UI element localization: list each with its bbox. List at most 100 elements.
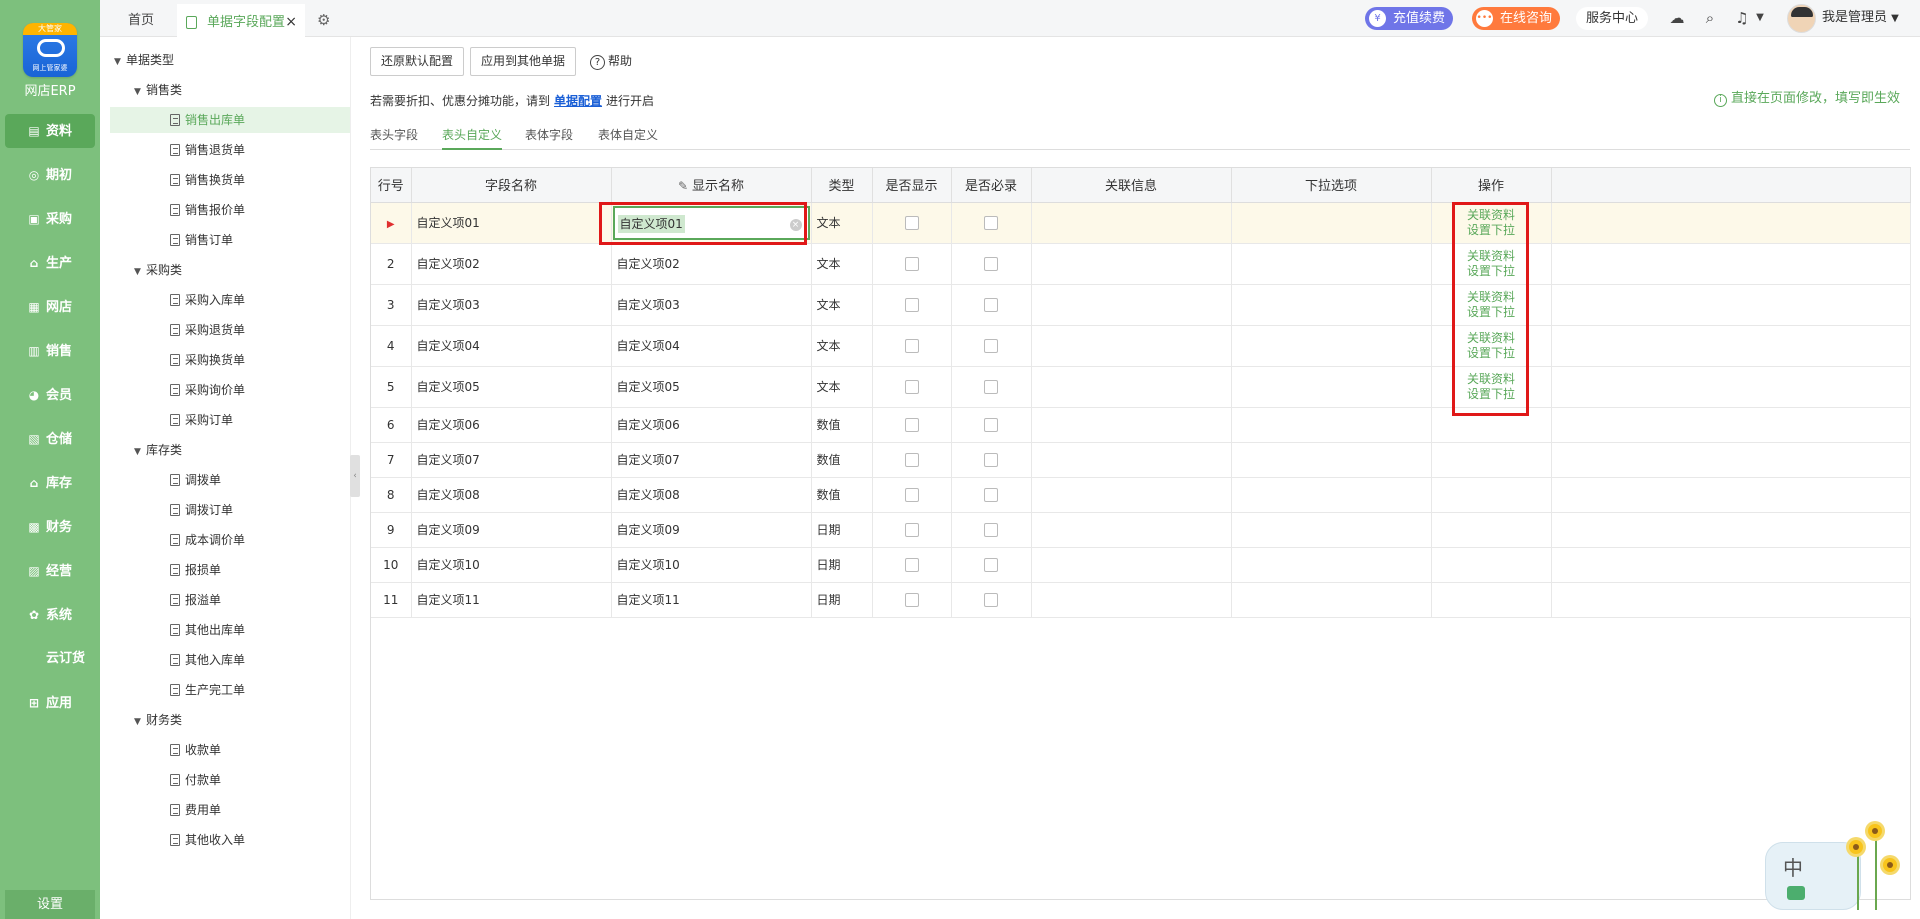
tree-item[interactable]: 报损单: [110, 557, 350, 583]
dropdown-options-cell[interactable]: [1231, 547, 1432, 583]
dropdown-options-cell[interactable]: [1231, 582, 1432, 618]
tree-group[interactable]: ▼ 库存类: [134, 437, 182, 463]
required-checkbox[interactable]: [984, 297, 998, 312]
tree-root[interactable]: ▼ 单据类型: [114, 47, 174, 73]
dropdown-options-cell[interactable]: [1231, 407, 1432, 443]
app-logo[interactable]: 大管家 网上管家婆: [23, 23, 77, 77]
subtab-0[interactable]: 表头字段: [370, 120, 418, 150]
link-data-button[interactable]: 关联资料: [1432, 331, 1551, 346]
ime-widget[interactable]: 中: [1765, 818, 1905, 914]
nav-item-8[interactable]: ⌂ 库存: [5, 466, 95, 500]
link-info-cell[interactable]: [1031, 366, 1232, 408]
table-row[interactable]: 3 自定义项03 自定义项03 文本 关联资料 设置下拉: [371, 284, 1911, 326]
nav-item-11[interactable]: ✿ 系统: [5, 598, 95, 632]
table-row[interactable]: 5 自定义项05 自定义项05 文本 关联资料 设置下拉: [371, 366, 1911, 408]
help-button[interactable]: ? 帮助: [590, 52, 632, 70]
display-name-cell[interactable]: 自定义项08: [611, 477, 812, 513]
dropdown-options-cell[interactable]: [1231, 477, 1432, 513]
link-info-cell[interactable]: [1031, 325, 1232, 367]
link-info-cell[interactable]: [1031, 477, 1232, 513]
nav-item-3[interactable]: ⌂ 生产: [5, 246, 95, 280]
tree-item[interactable]: 采购入库单: [110, 287, 350, 313]
link-info-cell[interactable]: [1031, 407, 1232, 443]
tree-item[interactable]: 采购换货单: [110, 347, 350, 373]
dropdown-options-cell[interactable]: [1231, 325, 1432, 367]
show-checkbox[interactable]: [904, 592, 919, 607]
link-data-button[interactable]: 关联资料: [1432, 249, 1551, 264]
subtab-3[interactable]: 表体自定义: [598, 120, 658, 150]
nav-item-7[interactable]: ▧ 仓储: [5, 422, 95, 456]
required-checkbox[interactable]: [984, 338, 998, 353]
online-consult-button[interactable]: ••• 在线咨询: [1472, 7, 1561, 30]
column-header[interactable]: ✎ 显示名称: [611, 168, 812, 203]
column-header[interactable]: 是否必录: [951, 168, 1032, 203]
link-info-cell[interactable]: [1031, 442, 1232, 478]
set-dropdown-button[interactable]: 设置下拉: [1432, 387, 1551, 402]
tree-item[interactable]: 费用单: [110, 797, 350, 823]
display-name-cell[interactable]: 自定义项10: [611, 547, 812, 583]
tree-item[interactable]: 生产完工单: [110, 677, 350, 703]
dropdown-options-cell[interactable]: [1231, 243, 1432, 285]
nav-item-1[interactable]: ◎ 期初: [5, 158, 95, 192]
tree-item[interactable]: 采购订单: [110, 407, 350, 433]
nav-item-4[interactable]: ▦ 网店: [5, 290, 95, 324]
nav-item-10[interactable]: ▨ 经营: [5, 554, 95, 588]
nav-item-13[interactable]: ⊞ 应用: [5, 686, 95, 720]
table-row[interactable]: 7 自定义项07 自定义项07 数值: [371, 442, 1911, 478]
show-checkbox[interactable]: [904, 522, 919, 537]
tree-item[interactable]: 销售换货单: [110, 167, 350, 193]
display-name-input[interactable]: 自定义项01 ×: [612, 205, 810, 240]
show-checkbox[interactable]: [904, 215, 919, 230]
tree-item[interactable]: 销售退货单: [110, 137, 350, 163]
recharge-button[interactable]: ¥ 充值续费: [1365, 7, 1454, 30]
bell-icon[interactable]: ♫: [1732, 8, 1752, 28]
column-header[interactable]: 是否显示: [872, 168, 952, 203]
close-icon[interactable]: ×: [285, 6, 297, 39]
nav-item-12[interactable]: 云订货: [5, 642, 95, 676]
set-dropdown-button[interactable]: 设置下拉: [1432, 305, 1551, 320]
dropdown-options-cell[interactable]: [1231, 512, 1432, 548]
dropdown-options-cell[interactable]: [1231, 366, 1432, 408]
dropdown-options-cell[interactable]: [1231, 442, 1432, 478]
service-center-button[interactable]: 服务中心: [1576, 7, 1649, 30]
nav-item-5[interactable]: ▥ 销售: [5, 334, 95, 368]
required-checkbox[interactable]: [984, 452, 998, 467]
required-checkbox[interactable]: [984, 256, 998, 271]
nav-item-2[interactable]: ▣ 采购: [5, 202, 95, 236]
link-data-button[interactable]: 关联资料: [1432, 372, 1551, 387]
display-name-cell[interactable]: 自定义项05: [611, 366, 812, 408]
tree-item[interactable]: 其他入库单: [110, 647, 350, 673]
tab-field-config[interactable]: 单据字段配置 ×: [177, 4, 305, 37]
tab-home[interactable]: 首页: [128, 4, 154, 37]
link-info-cell[interactable]: [1031, 547, 1232, 583]
required-checkbox[interactable]: [984, 417, 998, 432]
display-name-cell[interactable]: 自定义项07: [611, 442, 812, 478]
display-name-cell[interactable]: 自定义项01 ×: [611, 202, 812, 244]
clear-icon[interactable]: ×: [789, 218, 802, 231]
column-header[interactable]: 字段名称: [411, 168, 612, 203]
required-checkbox[interactable]: [984, 487, 998, 502]
show-checkbox[interactable]: [904, 256, 919, 271]
display-name-cell[interactable]: 自定义项03: [611, 284, 812, 326]
column-header[interactable]: 下拉选项: [1231, 168, 1432, 203]
tree-item[interactable]: 销售报价单: [110, 197, 350, 223]
show-checkbox[interactable]: [904, 297, 919, 312]
set-dropdown-button[interactable]: 设置下拉: [1432, 264, 1551, 279]
tree-item[interactable]: 其他收入单: [110, 827, 350, 853]
cloud-download-icon[interactable]: ☁: [1667, 8, 1687, 28]
tree-item[interactable]: 收款单: [110, 737, 350, 763]
tree-group[interactable]: ▼ 财务类: [134, 707, 182, 733]
required-checkbox[interactable]: [984, 592, 998, 607]
table-row[interactable]: 2 自定义项02 自定义项02 文本 关联资料 设置下拉: [371, 243, 1911, 285]
tree-item[interactable]: 调拨订单: [110, 497, 350, 523]
apply-to-others-button[interactable]: 应用到其他单据: [470, 47, 577, 76]
link-info-cell[interactable]: [1031, 582, 1232, 618]
show-checkbox[interactable]: [904, 338, 919, 353]
settings-button[interactable]: 设置: [5, 890, 95, 919]
tree-item[interactable]: 报溢单: [110, 587, 350, 613]
display-name-cell[interactable]: 自定义项06: [611, 407, 812, 443]
link-data-button[interactable]: 关联资料: [1432, 290, 1551, 305]
collapse-panel-handle[interactable]: ‹: [350, 455, 360, 497]
avatar[interactable]: [1787, 4, 1816, 33]
required-checkbox[interactable]: [984, 379, 998, 394]
